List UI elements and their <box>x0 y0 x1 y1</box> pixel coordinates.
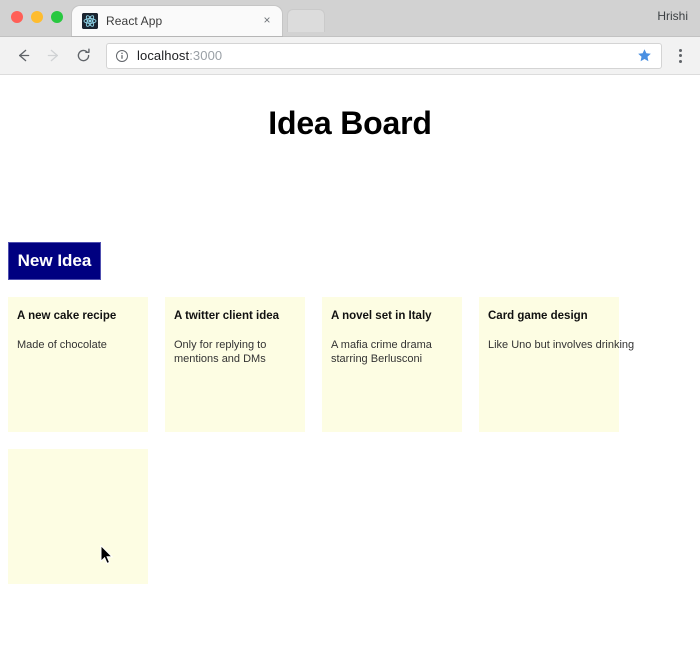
back-arrow-icon[interactable] <box>10 43 36 69</box>
idea-card[interactable] <box>8 449 148 584</box>
browser-window: React App × Hrishi localhost:3000 Idea B… <box>0 0 700 649</box>
new-idea-button[interactable]: New Idea <box>8 242 101 280</box>
url-port: :3000 <box>189 48 223 63</box>
close-tab-button[interactable]: × <box>260 14 274 28</box>
idea-card[interactable]: A twitter client idea Only for replying … <box>165 297 305 432</box>
close-window-button[interactable] <box>11 11 23 23</box>
menu-dot <box>678 54 682 57</box>
maximize-window-button[interactable] <box>51 11 63 23</box>
url-host: localhost <box>137 48 190 63</box>
idea-card[interactable]: Card game design Like Uno but involves d… <box>479 297 635 432</box>
new-tab-button[interactable] <box>287 9 325 32</box>
address-bar-url: localhost:3000 <box>137 48 629 63</box>
idea-card-title: A twitter client idea <box>174 310 280 322</box>
three-dot-menu-icon[interactable] <box>670 43 690 69</box>
react-logo-icon <box>82 13 98 29</box>
browser-toolbar: localhost:3000 <box>0 37 700 75</box>
profile-name-label[interactable]: Hrishi <box>657 9 688 23</box>
reload-icon[interactable] <box>70 43 96 69</box>
tab-strip: React App × Hrishi <box>0 0 700 37</box>
menu-dot <box>678 59 682 63</box>
minimize-window-button[interactable] <box>31 11 43 23</box>
tab-title: React App <box>106 14 163 28</box>
idea-card[interactable]: A new cake recipe Made of chocolate <box>8 297 148 432</box>
browser-tab[interactable]: React App × <box>72 6 282 36</box>
idea-card-body: A mafia crime drama starring Berlusconi <box>331 338 432 366</box>
address-bar[interactable]: localhost:3000 <box>106 42 662 69</box>
star-icon[interactable] <box>635 48 653 63</box>
page-title: Idea Board <box>268 105 432 141</box>
site-info-icon[interactable] <box>115 49 130 63</box>
menu-dot <box>678 48 682 52</box>
page-viewport: Idea Board New Idea A new cake recipe Ma… <box>0 75 700 648</box>
idea-card-title: A new cake recipe <box>17 310 117 322</box>
idea-board-grid: A new cake recipe Made of chocolate A tw… <box>8 297 692 584</box>
window-controls <box>11 11 63 23</box>
idea-card-body: Like Uno but involves drinking <box>488 338 635 351</box>
idea-card-body: Made of chocolate <box>17 338 107 351</box>
idea-card-title: A novel set in Italy <box>331 310 432 322</box>
idea-card[interactable]: A novel set in Italy A mafia crime drama… <box>322 297 462 432</box>
idea-card-body: Only for replying to mentions and DMs <box>174 338 267 366</box>
forward-arrow-icon <box>40 43 66 69</box>
idea-card-title: Card game design <box>488 310 588 322</box>
